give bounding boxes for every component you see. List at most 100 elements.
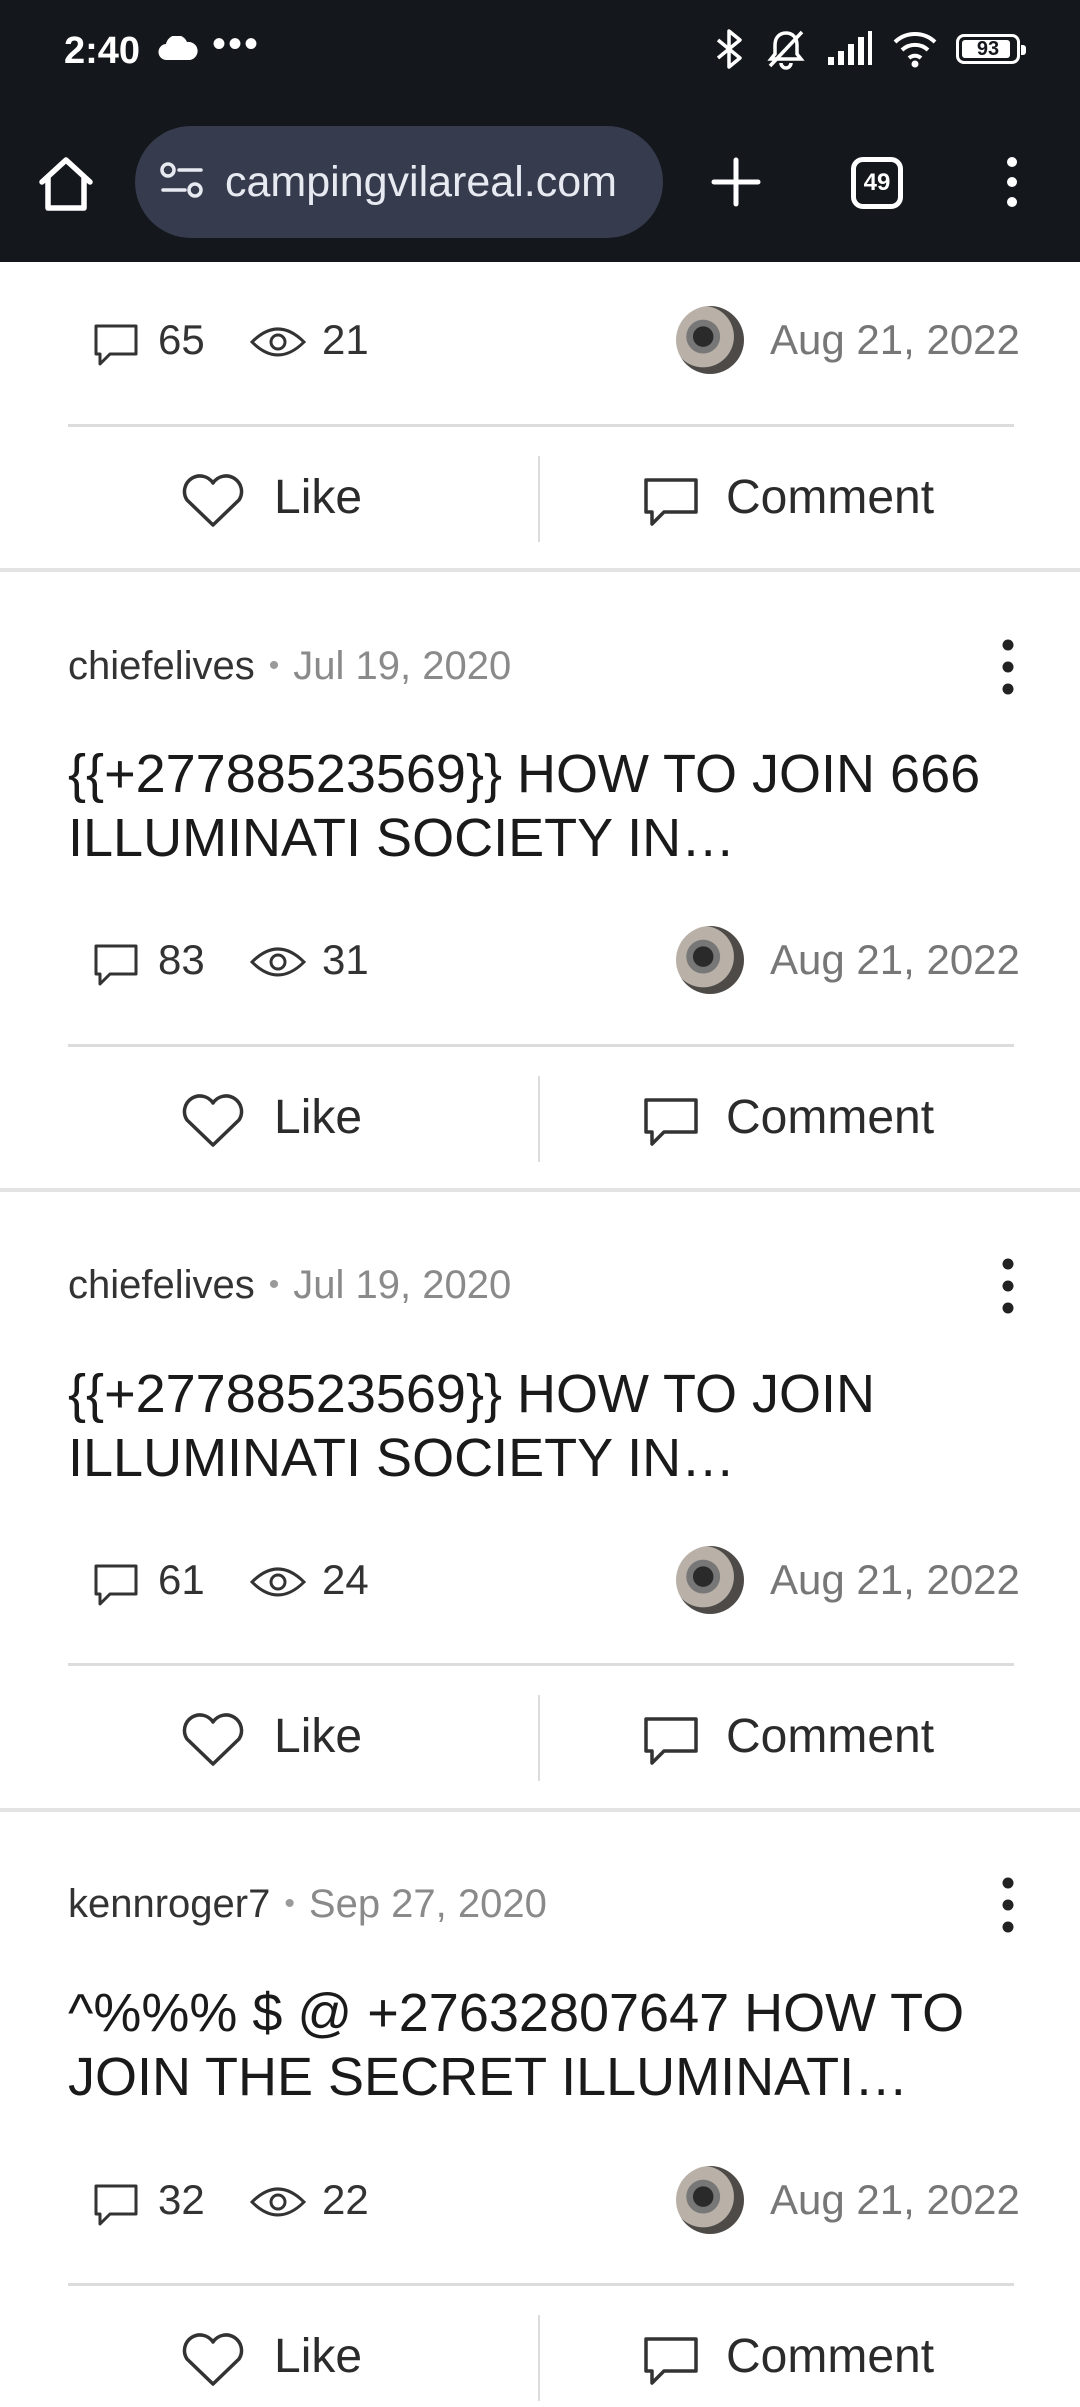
views-count: 31	[322, 936, 369, 983]
like-button[interactable]: Like	[180, 2307, 400, 2407]
post-date: Sep 27, 2020	[308, 1882, 547, 1926]
comment-button[interactable]: Comment	[640, 2307, 960, 2407]
avatar[interactable]	[676, 1546, 744, 1614]
home-icon[interactable]	[34, 152, 98, 216]
post-author[interactable]: chiefelives	[68, 644, 255, 688]
views-count: 24	[322, 1556, 369, 1603]
comment-button[interactable]: Comment	[640, 1687, 960, 1787]
comment-label: Comment	[726, 1091, 935, 1144]
divider	[68, 1663, 1014, 1666]
status-time: 2:40	[64, 30, 141, 72]
browser-toolbar: campingvilareal.com 49	[0, 112, 1080, 252]
views-count: 21	[322, 316, 369, 363]
like-label: Like	[274, 1091, 363, 1144]
comment-button[interactable]: Comment	[640, 448, 960, 548]
post-stats: 65 21 Aug 21, 2022	[0, 300, 1080, 380]
browser-menu-icon[interactable]	[990, 156, 1034, 208]
post-stats: 32 22 Aug 21, 2022	[0, 2160, 1080, 2240]
site-settings-icon[interactable]	[159, 158, 205, 204]
like-label: Like	[274, 2330, 363, 2383]
status-bar: 2:40 ••• 93	[0, 0, 1080, 105]
comment-button[interactable]: Comment	[640, 1068, 960, 1168]
like-button[interactable]: Like	[180, 448, 400, 548]
muted-bell-icon	[767, 30, 805, 70]
comment-label: Comment	[726, 471, 935, 524]
comment-label: Comment	[726, 1710, 935, 1763]
address-bar[interactable]: campingvilareal.com	[135, 126, 663, 238]
post-separator	[0, 1808, 1080, 1812]
last-activity-date: Aug 21, 2022	[770, 936, 1020, 983]
action-divider	[538, 1076, 540, 1162]
post-separator	[0, 1188, 1080, 1192]
post-title[interactable]: {{+27788523569}} HOW TO JOIN 666 ILLUMINA…	[68, 742, 1008, 870]
views-icon	[250, 1567, 306, 1597]
action-divider	[538, 456, 540, 542]
cloud-icon	[158, 36, 198, 61]
last-activity-date: Aug 21, 2022	[770, 2176, 1020, 2223]
last-activity-date: Aug 21, 2022	[770, 1556, 1020, 1603]
views-icon	[250, 327, 306, 357]
comment-count: 83	[158, 936, 205, 983]
action-divider	[538, 1695, 540, 1781]
more-options-icon[interactable]	[990, 1257, 1026, 1315]
comment-count-icon	[94, 2184, 138, 2226]
avatar[interactable]	[676, 306, 744, 374]
more-options-icon[interactable]	[990, 1876, 1026, 1934]
post-actions: Like Comment	[0, 448, 1080, 548]
like-label: Like	[274, 471, 363, 524]
heart-icon	[182, 2333, 244, 2386]
browser-chrome: 2:40 ••• 93 campingvilareal.com 49	[0, 0, 1080, 262]
post-author[interactable]: kennroger7	[68, 1882, 270, 1926]
status-icons: 93	[714, 28, 1026, 70]
post-stats: 83 31 Aug 21, 2022	[0, 920, 1080, 1000]
comment-count: 61	[158, 1556, 205, 1603]
comment-icon	[644, 478, 698, 526]
post-title[interactable]: {{+27788523569}} HOW TO JOIN ILLUMINATI S…	[68, 1362, 1008, 1490]
more-notifications-icon: •••	[212, 22, 261, 66]
post-actions: Like Comment	[0, 2307, 1080, 2407]
comment-label: Comment	[726, 2330, 935, 2383]
post-meta: chiefelives • Jul 19, 2020	[68, 644, 512, 688]
wifi-icon	[893, 32, 937, 68]
new-tab-icon[interactable]	[710, 156, 762, 208]
post-date: Jul 19, 2020	[293, 644, 512, 688]
battery-icon: 93	[956, 34, 1026, 64]
like-button[interactable]: Like	[180, 1687, 400, 1787]
post-meta: chiefelives • Jul 19, 2020	[68, 1263, 512, 1307]
post-date: Jul 19, 2020	[293, 1263, 512, 1307]
comment-count-icon	[94, 324, 138, 366]
comment-count-icon	[94, 1564, 138, 1606]
views-count: 22	[322, 2176, 369, 2223]
comment-icon	[644, 2337, 698, 2385]
like-button[interactable]: Like	[180, 1068, 400, 1168]
post-actions: Like Comment	[0, 1068, 1080, 1168]
action-divider	[538, 2315, 540, 2401]
url-text[interactable]: campingvilareal.com	[225, 126, 645, 238]
post-author[interactable]: chiefelives	[68, 1263, 255, 1307]
post-title[interactable]: ^%%% $ @ +27632807647 HOW TO JOIN THE SEC…	[68, 1981, 1008, 2109]
comment-icon	[644, 1717, 698, 1765]
like-label: Like	[274, 1710, 363, 1763]
divider	[68, 2283, 1014, 2286]
more-options-icon[interactable]	[990, 638, 1026, 696]
tab-switcher-button[interactable]: 49	[851, 157, 903, 209]
comment-icon	[644, 1098, 698, 1146]
heart-icon	[182, 1094, 244, 1147]
post-stats: 61 24 Aug 21, 2022	[0, 1540, 1080, 1620]
comment-count: 65	[158, 316, 205, 363]
divider	[68, 1044, 1014, 1047]
post-meta: kennroger7 • Sep 27, 2020	[68, 1882, 547, 1926]
avatar[interactable]	[676, 926, 744, 994]
last-activity-date: Aug 21, 2022	[770, 316, 1020, 363]
avatar[interactable]	[676, 2166, 744, 2234]
heart-icon	[182, 1713, 244, 1766]
divider	[68, 424, 1014, 427]
bluetooth-icon	[716, 29, 742, 69]
comment-count: 32	[158, 2176, 205, 2223]
comment-count-icon	[94, 944, 138, 986]
post-separator	[0, 568, 1080, 572]
heart-icon	[182, 474, 244, 527]
battery-level: 93	[976, 37, 1000, 60]
views-icon	[250, 947, 306, 977]
views-icon	[250, 2187, 306, 2217]
